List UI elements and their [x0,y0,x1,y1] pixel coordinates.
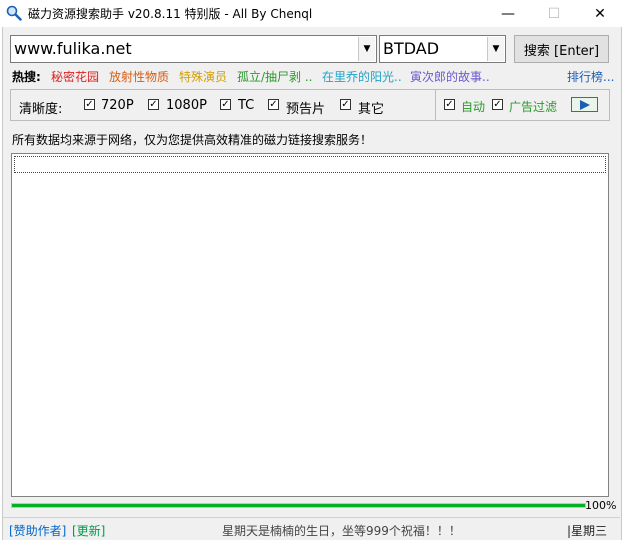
checkbox-label[interactable]: 1080P [166,98,207,113]
progress-bar [11,503,586,508]
ranking-link[interactable]: 排行榜... [567,68,614,85]
app-magnifier-icon [6,5,22,21]
update-link[interactable]: [更新] [72,522,105,539]
checkbox-label[interactable]: 其它 [358,98,384,117]
weekday-text: |星期三 [567,524,608,538]
maximize-button[interactable]: ☐ [531,0,577,27]
auto-label[interactable]: 自动 [461,98,485,115]
results-list[interactable] [11,153,609,497]
checkbox-label[interactable]: 720P [101,98,134,113]
chevron-down-icon[interactable]: ▼ [358,37,375,61]
checkbox-label[interactable]: 预告片 [286,98,325,117]
engine-value[interactable]: BTDAD [383,39,439,58]
url-combobox[interactable]: www.fulika.net ▼ [10,35,377,63]
ad-filter-label[interactable]: 广告过滤 [509,98,557,115]
url-value[interactable]: www.fulika.net [14,39,132,58]
checkbox-other[interactable]: ✓ [340,99,351,110]
checkbox-720p[interactable]: ✓ [84,99,95,110]
quality-filter-panel: 清晰度: ✓ 720P ✓ 1080P ✓ TC ✓ 预告片 ✓ 其它 ✓ 自动… [10,89,610,121]
hot-search-item[interactable]: 孤立/抽尸剥 .. [237,68,313,85]
play-icon [580,100,590,110]
hot-search-item[interactable]: 特殊演员 [179,68,227,85]
chevron-down-icon[interactable]: ▼ [487,37,504,61]
hot-search-item[interactable]: 寅次郎的故事.. [410,68,490,85]
checkbox-1080p[interactable]: ✓ [148,99,159,110]
panel-divider [435,90,436,120]
progress-text: 100% [585,499,617,512]
status-message: 星期天是楠楠的生日，坐等999个祝福！！！ [222,524,461,538]
hot-search-item[interactable]: 在里乔的阳光.. [322,68,402,85]
window-title: 磁力资源搜索助手 v20.8.11 特别版 - All By Chenql [28,7,313,21]
hot-search-item[interactable]: 秘密花园 [51,68,99,85]
engine-combobox[interactable]: BTDAD ▼ [379,35,506,63]
checkbox-ad-filter[interactable]: ✓ [492,99,503,110]
minimize-button[interactable]: — [485,0,531,27]
hot-search-row: 热搜: 秘密花园 放射性物质 特殊演员 孤立/抽尸剥 .. 在里乔的阳光.. 寅… [12,68,614,85]
hot-search-item[interactable]: 放射性物质 [109,68,169,85]
list-item-focus[interactable] [14,156,606,173]
progress-fill [12,504,585,507]
quality-label: 清晰度: [19,102,63,117]
play-button[interactable] [571,97,598,112]
checkbox-label[interactable]: TC [238,98,254,113]
checkbox-trailer[interactable]: ✓ [268,99,279,110]
checkbox-tc[interactable]: ✓ [220,99,231,110]
donate-link[interactable]: [赞助作者] [9,522,66,539]
search-button[interactable]: 搜索 [Enter] [514,35,609,63]
checkbox-auto[interactable]: ✓ [444,99,455,110]
title-bar: 磁力资源搜索助手 v20.8.11 特别版 - All By Chenql — … [0,0,623,27]
close-button[interactable]: ✕ [577,0,623,27]
hot-search-label: 热搜: [12,70,41,84]
notice-text: 所有数据均来源于网络，仅为您提供高效精准的磁力链接搜索服务！ [12,133,373,147]
status-bar: [赞助作者] [更新] 星期天是楠楠的生日，坐等999个祝福！！！ |星期三 [2,517,620,540]
